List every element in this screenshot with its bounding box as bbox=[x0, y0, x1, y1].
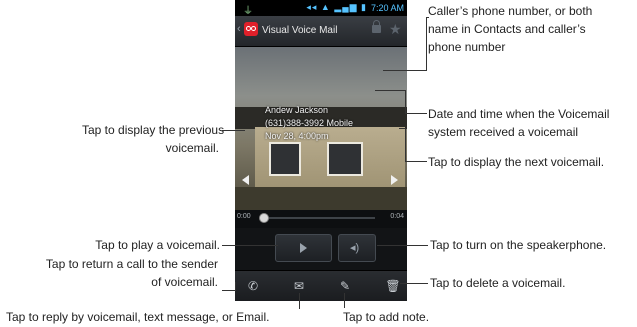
voicemail-datetime: Nov 28, 4:00pm bbox=[265, 131, 329, 141]
leader-caller-number-tick bbox=[426, 17, 429, 18]
callout-date-time: Date and time when the Voicemail system … bbox=[428, 105, 609, 141]
playback-progress: 0:00 0:04 bbox=[235, 210, 407, 228]
voicemail-app-icon bbox=[244, 22, 258, 36]
leader-date-time bbox=[375, 90, 405, 91]
reply-icon[interactable]: ✉ bbox=[291, 278, 307, 294]
callout-prev: Tap to display the previous voicemail. bbox=[82, 121, 225, 157]
bottom-toolbar: ✆ ✉ ✎ 🗑 bbox=[235, 270, 407, 301]
callout-prev-line1: Tap to display the previous bbox=[82, 123, 225, 137]
callout-return-call-line1: Tap to return a call to the sender bbox=[45, 257, 218, 271]
callout-date-time-line2: system received a voicemail bbox=[428, 125, 579, 139]
leader-date-time-vertical bbox=[405, 90, 406, 114]
progress-knob[interactable] bbox=[259, 213, 269, 223]
callout-speaker: Tap to turn on the speakerphone. bbox=[430, 238, 607, 252]
status-time: 7:20 AM bbox=[370, 3, 404, 13]
caller-info: Andew Jackson (631)388-3992 Mobile Nov 2… bbox=[265, 104, 353, 143]
leader-prev bbox=[222, 130, 245, 131]
leader-reply bbox=[299, 293, 300, 309]
progress-start-time: 0:00 bbox=[237, 213, 251, 220]
callout-date-time-line1: Date and time when the Voicemail bbox=[428, 107, 610, 121]
leader-next-vertical bbox=[405, 128, 406, 162]
phone-screen: ⏚ ◂◂ ▲ ▂▄▆ ▮ 7:20 AM ‹ Visual Voice Mail… bbox=[235, 0, 407, 301]
leader-speaker bbox=[377, 245, 428, 246]
caller-photo: Andew Jackson (631)388-3992 Mobile Nov 2… bbox=[235, 47, 407, 212]
caller-name: Andew Jackson bbox=[265, 105, 329, 115]
callout-return-call-line2: of voicemail. bbox=[151, 275, 218, 289]
status-bar: ⏚ ◂◂ ▲ ▂▄▆ ▮ 7:20 AM bbox=[235, 0, 407, 17]
leader-next-horizontal bbox=[405, 161, 427, 162]
callout-caller-number-line3: phone number bbox=[428, 40, 506, 54]
previous-arrow-icon[interactable] bbox=[242, 175, 249, 185]
callout-prev-line2: voicemail. bbox=[165, 141, 219, 155]
callout-caller-number-line2: name in Contacts and caller’s bbox=[428, 22, 586, 36]
speakerphone-button[interactable]: ◂) bbox=[338, 234, 376, 262]
callout-delete: Tap to delete a voicemail. bbox=[430, 276, 566, 290]
callout-reply: Tap to reply by voicemail, text message,… bbox=[6, 310, 270, 324]
leader-caller-number-vertical bbox=[426, 17, 427, 71]
callout-caller-number-line1: Caller’s phone number, or both bbox=[428, 4, 593, 18]
app-title: Visual Voice Mail bbox=[262, 25, 338, 36]
leader-next-tick bbox=[399, 128, 406, 129]
callout-return-call: Tap to return a call to the sender of vo… bbox=[38, 255, 218, 291]
trash-icon[interactable]: 🗑 bbox=[385, 278, 401, 294]
callout-caller-number: Caller’s phone number, or both name in C… bbox=[428, 2, 592, 56]
next-arrow-icon[interactable] bbox=[391, 175, 398, 185]
play-icon bbox=[300, 243, 307, 253]
star-icon[interactable]: ★ bbox=[389, 21, 402, 38]
back-chevron-icon[interactable]: ‹ bbox=[237, 23, 241, 35]
leader-add-note bbox=[344, 293, 345, 308]
add-note-icon[interactable]: ✎ bbox=[337, 278, 353, 294]
lock-icon[interactable] bbox=[372, 20, 381, 33]
callout-add-note: Tap to add note. bbox=[343, 310, 430, 324]
callout-next: Tap to display the next voicemail. bbox=[428, 155, 605, 169]
photo-window-left bbox=[269, 142, 301, 176]
photo-window-right bbox=[327, 142, 363, 176]
caller-number: (631)388-3992 Mobile bbox=[265, 118, 354, 128]
photo-ground bbox=[235, 187, 407, 212]
playback-controls: ◂) bbox=[235, 228, 407, 270]
leader-delete bbox=[400, 283, 428, 284]
usb-icon: ⏚ bbox=[243, 6, 253, 17]
progress-end-time: 0:04 bbox=[390, 213, 404, 220]
signal-icons: ◂◂ ▲ ▂▄▆ ▮ bbox=[306, 2, 367, 12]
title-bar: ‹ Visual Voice Mail ★ bbox=[235, 16, 407, 47]
leader-date-time-horizontal bbox=[405, 113, 427, 114]
leader-caller-number bbox=[383, 70, 427, 71]
progress-track[interactable] bbox=[265, 217, 375, 219]
play-button[interactable] bbox=[275, 234, 332, 262]
call-icon[interactable]: ✆ bbox=[245, 278, 261, 294]
callout-play: Tap to play a voicemail. bbox=[95, 238, 220, 252]
leader-return-call-horizontal bbox=[222, 290, 235, 291]
leader-play bbox=[222, 245, 278, 246]
speaker-icon: ◂) bbox=[350, 242, 360, 254]
leader-return-call-vertical bbox=[235, 282, 236, 291]
